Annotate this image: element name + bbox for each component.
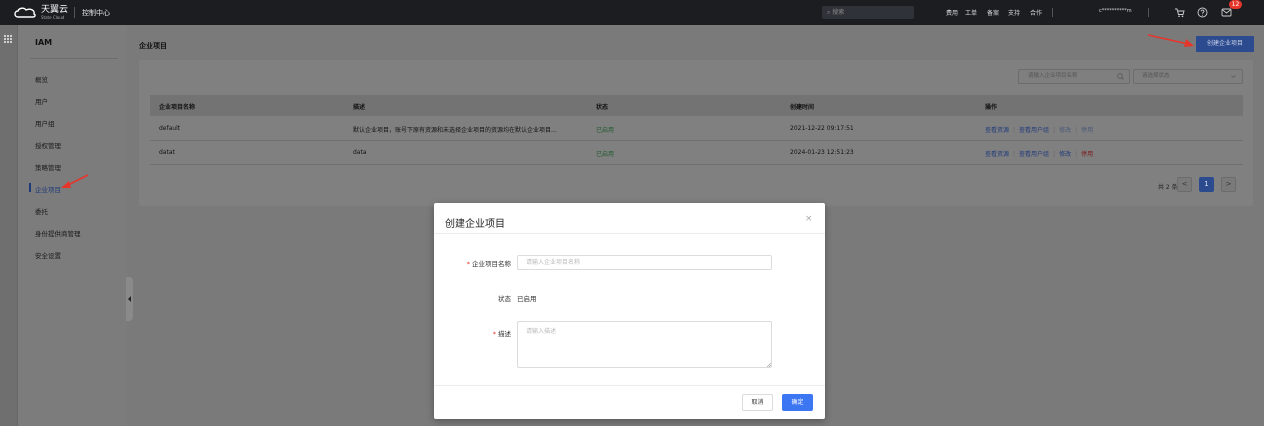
- edit-link[interactable]: 修改: [1059, 127, 1071, 134]
- logo-cn-text: 天翼云: [41, 4, 69, 15]
- row-actions: 查看资源 | 查看用户组 | 修改 | 停用: [985, 151, 1094, 158]
- sidebar-item-overview[interactable]: 概览: [35, 74, 48, 84]
- console-link[interactable]: 控制中心: [82, 8, 110, 18]
- sidebar-item-security[interactable]: 安全设置: [35, 250, 61, 260]
- sidebar: IAM 概览 用户 用户组 授权管理 策略管理 企业项目 委托 身份提供商管理 …: [18, 25, 127, 426]
- close-icon[interactable]: ×: [805, 214, 813, 224]
- nav-partner[interactable]: 合作: [1030, 8, 1042, 17]
- nav-filing[interactable]: 备案: [987, 8, 999, 17]
- nav-tickets[interactable]: 工单: [965, 8, 977, 17]
- status-badge: 已启用: [596, 127, 615, 134]
- logo-en-text: State Cloud: [41, 14, 65, 20]
- sidebar-item-authorization[interactable]: 授权管理: [35, 140, 61, 150]
- row-actions: 查看资源 | 查看用户组 | 修改 | 停用: [985, 127, 1094, 134]
- page-title: 企业项目: [139, 42, 167, 50]
- column-header-status: 状态: [596, 104, 609, 111]
- sidebar-title: IAM: [35, 38, 53, 47]
- notification-badge: 12: [1229, 0, 1242, 9]
- logo-divider: [74, 7, 75, 18]
- dialog-header-divider: [434, 233, 825, 234]
- description-textarea[interactable]: 请输入描述: [517, 321, 772, 368]
- cell-description: 默认企业项目，账号下原有资源和未选择企业项目的资源均在默认企业项目...: [353, 127, 557, 134]
- message-icon[interactable]: [1221, 7, 1232, 18]
- sidebar-item-delegation[interactable]: 委托: [35, 206, 48, 216]
- sidebar-item-enterprise-projects[interactable]: 企业项目: [35, 184, 61, 194]
- sidebar-item-users[interactable]: 用户: [35, 96, 48, 106]
- description-label: * 描述: [492, 330, 511, 338]
- topbar-divider: [1148, 8, 1149, 17]
- apps-grid-icon[interactable]: [4, 35, 12, 43]
- cart-icon[interactable]: [1174, 7, 1185, 18]
- create-enterprise-project-button[interactable]: 创建企业项目: [1196, 36, 1254, 52]
- edit-link[interactable]: 修改: [1059, 151, 1071, 158]
- row-divider: [150, 164, 1243, 165]
- cloud-logo-icon: [14, 7, 36, 18]
- cell-created-time: 2024-01-23 12:51:23: [790, 149, 854, 156]
- collapse-arrow-icon: [128, 296, 131, 302]
- table-header: [150, 95, 1243, 116]
- sidebar-item-identity-providers[interactable]: 身份提供商管理: [35, 228, 81, 238]
- column-header-name: 企业项目名称: [159, 104, 196, 111]
- status-value: 已启用: [517, 295, 537, 303]
- search-icon[interactable]: [1117, 73, 1124, 80]
- chevron-down-icon: [1231, 75, 1236, 78]
- status-badge: 已启用: [596, 151, 615, 158]
- cancel-button[interactable]: 取消: [742, 394, 773, 411]
- disable-link[interactable]: 停用: [1081, 151, 1093, 158]
- view-user-groups-link[interactable]: 查看用户组: [1019, 127, 1049, 134]
- nav-support[interactable]: 支持: [1008, 8, 1020, 17]
- help-icon[interactable]: [1197, 7, 1208, 18]
- resize-handle-icon[interactable]: [767, 363, 771, 367]
- tianyi-cloud-logo[interactable]: 天翼云 State Cloud: [13, 5, 68, 20]
- status-label: 状态: [498, 295, 511, 303]
- cell-project-name: datat: [159, 149, 175, 156]
- nav-billing[interactable]: 费用: [946, 8, 958, 17]
- required-mark: *: [466, 260, 470, 268]
- view-user-groups-link[interactable]: 查看用户组: [1019, 151, 1049, 158]
- global-search-input[interactable]: ⌕ 搜索: [822, 6, 914, 19]
- create-project-dialog: 创建企业项目 × * 企业项目名称 请输入企业项目名称 状态 已启用 * 描述 请输…: [434, 203, 825, 419]
- pagination-page-button[interactable]: 1: [1199, 177, 1214, 192]
- dialog-footer-divider: [434, 385, 825, 386]
- row-divider: [150, 140, 1243, 141]
- annotation-arrow-icon: [1147, 34, 1194, 47]
- disable-link[interactable]: 停用: [1081, 127, 1093, 134]
- project-name-label: * 企业项目名称: [466, 260, 511, 268]
- confirm-button[interactable]: 确定: [782, 394, 813, 411]
- pagination-next-button[interactable]: >: [1221, 177, 1236, 192]
- topbar-divider: [1052, 8, 1053, 17]
- dialog-title: 创建企业项目: [445, 219, 505, 230]
- sidebar-item-policies[interactable]: 策略管理: [35, 162, 61, 172]
- sidebar-item-user-groups[interactable]: 用户组: [35, 118, 55, 128]
- pagination-prev-button[interactable]: <: [1177, 177, 1192, 192]
- pagination-total: 共 2 条: [1158, 184, 1178, 191]
- sidebar-divider: [30, 58, 118, 59]
- search-placeholder: 搜索: [832, 9, 845, 16]
- project-name-filter-input[interactable]: 请输入企业项目名称: [1018, 69, 1130, 84]
- account-name[interactable]: c**********m: [1099, 8, 1132, 14]
- project-name-input[interactable]: 请输入企业项目名称: [517, 255, 772, 270]
- top-navigation-bar: 天翼云 State Cloud 控制中心 ⌕ 搜索 费用 工单 备案 支持 合作…: [0, 0, 1264, 25]
- column-header-created: 创建时间: [790, 104, 815, 111]
- view-resources-link[interactable]: 查看资源: [985, 127, 1009, 134]
- product-strip: [0, 25, 18, 426]
- status-filter-select[interactable]: 请选择状态: [1133, 69, 1243, 84]
- column-header-description: 描述: [353, 104, 366, 111]
- column-header-actions: 操作: [985, 104, 998, 111]
- cell-project-name: default: [159, 125, 181, 132]
- view-resources-link[interactable]: 查看资源: [985, 151, 1009, 158]
- cell-created-time: 2021-12-22 09:17:51: [790, 125, 854, 132]
- required-mark: *: [492, 330, 496, 338]
- cell-description: data: [353, 149, 367, 156]
- active-indicator: [29, 183, 31, 192]
